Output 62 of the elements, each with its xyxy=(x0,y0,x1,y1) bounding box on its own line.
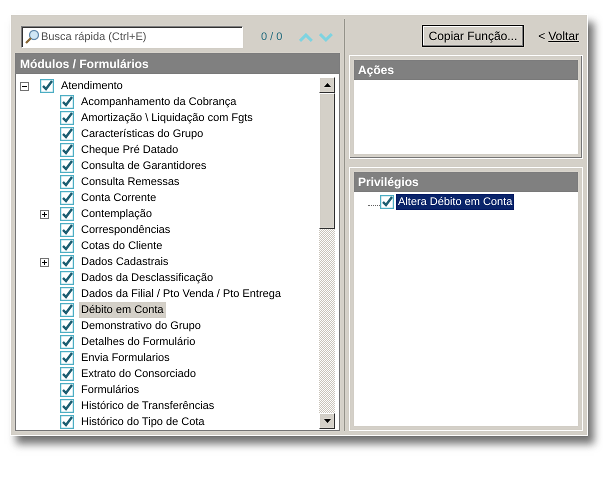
tree-item[interactable]: Contemplação xyxy=(79,206,154,222)
checkbox-checked-icon[interactable] xyxy=(60,111,74,125)
checkbox-checked-icon[interactable] xyxy=(380,195,394,209)
tree-item[interactable]: Demonstrativo do Grupo xyxy=(79,318,203,334)
tree-item[interactable]: Consulta de Garantidores xyxy=(79,158,208,174)
checkbox-checked-icon[interactable] xyxy=(60,335,74,349)
expand-icon[interactable] xyxy=(40,258,49,266)
checkbox-checked-icon[interactable] xyxy=(60,303,74,317)
checkbox-checked-icon[interactable] xyxy=(60,143,74,157)
checkbox-checked-icon[interactable] xyxy=(60,191,74,205)
tree-item[interactable]: Características do Grupo xyxy=(79,126,206,142)
tree-item[interactable]: Cheque Pré Datado xyxy=(79,142,180,158)
tree-item[interactable]: Dados Cadastrais xyxy=(79,254,170,270)
expand-icon[interactable] xyxy=(40,210,49,218)
checkbox-checked-icon[interactable] xyxy=(60,319,74,333)
checkbox-checked-icon[interactable] xyxy=(40,79,54,93)
tree-item[interactable]: Débito em Conta xyxy=(79,302,166,318)
checkbox-checked-icon[interactable] xyxy=(60,207,74,221)
checkbox-checked-icon[interactable] xyxy=(60,255,74,269)
tree-item[interactable]: Envia Formularios xyxy=(79,350,172,366)
search-field[interactable]: Busca rápida (Ctrl+E) xyxy=(21,26,243,48)
checkbox-checked-icon[interactable] xyxy=(60,415,74,429)
scrollbar[interactable] xyxy=(319,77,335,429)
scroll-up-icon[interactable] xyxy=(324,83,330,87)
checkbox-checked-icon[interactable] xyxy=(60,127,74,141)
scroll-thumb[interactable] xyxy=(319,93,335,229)
tree-item[interactable]: Amortização \ Liquidação com Fgts xyxy=(79,110,255,126)
checkbox-checked-icon[interactable] xyxy=(60,351,74,365)
collapse-icon[interactable] xyxy=(20,82,29,90)
checkbox-checked-icon[interactable] xyxy=(60,287,74,301)
tree-item[interactable]: Conta Corrente xyxy=(79,190,158,206)
search-icon xyxy=(24,29,40,45)
tree-item[interactable]: Atendimento xyxy=(59,78,125,94)
checkbox-checked-icon[interactable] xyxy=(60,95,74,109)
tree-item[interactable]: Histórico do Tipo de Cota xyxy=(79,414,207,430)
tree-item[interactable]: Dados da Desclassificação xyxy=(79,270,216,286)
match-count: 0 / 0 xyxy=(261,30,282,45)
tree-item[interactable]: Histórico de Transferências xyxy=(79,398,216,414)
checkbox-checked-icon[interactable] xyxy=(60,159,74,173)
back-arrow[interactable]: < xyxy=(538,27,546,45)
scroll-down-icon[interactable] xyxy=(324,419,330,423)
tree-item[interactable]: Extrato do Consorciado xyxy=(79,366,198,382)
copy-function-button[interactable]: Copiar Função... xyxy=(422,25,524,47)
checkbox-checked-icon[interactable] xyxy=(60,239,74,253)
tree-item[interactable]: Consulta Remessas xyxy=(79,174,182,190)
panel-header: Módulos / Formulários xyxy=(16,54,339,74)
checkbox-checked-icon[interactable] xyxy=(60,271,74,285)
tree-item[interactable]: Detalhes do Formulário xyxy=(79,334,198,350)
tree-item[interactable]: Acompanhamento da Cobrança xyxy=(79,94,238,110)
panel-header: Ações xyxy=(354,60,578,80)
checkbox-checked-icon[interactable] xyxy=(60,383,74,397)
checkbox-checked-icon[interactable] xyxy=(60,223,74,237)
tree-item[interactable]: Correspondências xyxy=(79,222,172,238)
checkbox-checked-icon[interactable] xyxy=(60,175,74,189)
checkbox-checked-icon[interactable] xyxy=(60,367,74,381)
panel-header: Privilégios xyxy=(354,172,578,192)
checkbox-checked-icon[interactable] xyxy=(60,399,74,413)
tree-item[interactable]: Dados da Filial / Pto Venda / Pto Entrega xyxy=(79,286,283,302)
privilege-item[interactable]: Altera Débito em Conta xyxy=(396,194,514,210)
back-link[interactable]: Voltar xyxy=(548,27,579,45)
tree-item[interactable]: Cotas do Cliente xyxy=(79,238,164,254)
tree-item[interactable]: Formulários xyxy=(79,382,142,398)
